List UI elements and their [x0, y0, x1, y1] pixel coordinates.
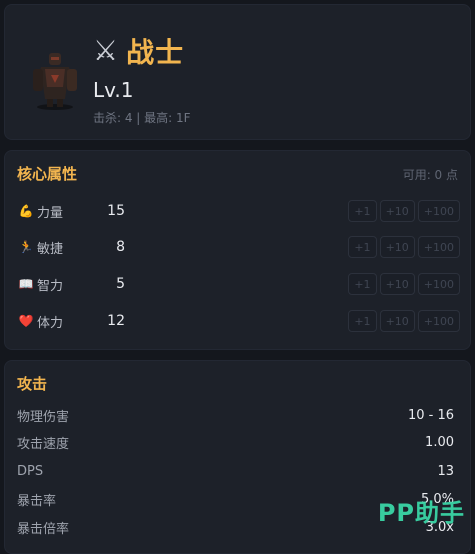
attack-value: 10 - 16 [407, 407, 454, 423]
stat-row-agility: 🏃 敏捷 8 +1 +10 +100 [17, 234, 460, 260]
heart-icon: ❤️ [18, 314, 34, 328]
add-10-button[interactable]: +10 [379, 310, 415, 332]
attack-value: 1.00 [425, 434, 454, 450]
available-points: 可用: 0 点 [402, 168, 458, 182]
warrior-portrait [33, 53, 77, 110]
stat-buttons: +1 +10 +100 [348, 310, 460, 332]
hero-title-row: ⚔ 战士 [93, 31, 184, 71]
attack-row-dps: DPS 13 [17, 460, 454, 482]
stat-buttons: +1 +10 +100 [348, 273, 460, 295]
attack-label: 攻击速度 [17, 436, 70, 452]
stat-value: 8 [116, 239, 125, 255]
add-100-button[interactable]: +100 [417, 273, 460, 295]
hero-name: 战士 [126, 36, 185, 69]
stat-row-intelligence: 📖 智力 5 +1 +10 +100 [17, 271, 460, 297]
stat-label: 智力 [37, 278, 64, 294]
add-10-button[interactable]: +10 [379, 236, 415, 258]
add-1-button[interactable]: +1 [348, 236, 377, 258]
running-icon: 🏃 [18, 240, 34, 254]
hero-card: ⚔ 战士 Lv.1 击杀: 4 | 最高: 1F [4, 4, 471, 140]
attack-label: DPS [17, 463, 44, 479]
attack-label: 物理伤害 [17, 409, 70, 425]
add-1-button[interactable]: +1 [348, 310, 377, 332]
attack-value: 13 [437, 463, 454, 479]
stat-label: 力量 [37, 205, 64, 221]
add-100-button[interactable]: +100 [417, 200, 460, 222]
add-100-button[interactable]: +100 [417, 236, 460, 258]
core-attributes-card: 核心属性 可用: 0 点 💪 力量 15 +1 +10 +100 🏃 敏捷 8 … [4, 150, 471, 350]
attack-row-physical-damage: 物理伤害 10 - 16 [17, 404, 454, 426]
attack-label: 暴击倍率 [17, 521, 70, 537]
stat-label: 体力 [37, 315, 64, 331]
attack-label: 暴击率 [17, 493, 57, 509]
book-icon: 📖 [18, 277, 34, 291]
crossed-swords-icon: ⚔ [93, 34, 119, 67]
hero-level: Lv.1 [93, 78, 134, 102]
stat-value: 12 [107, 313, 125, 329]
hero-kills-floor: 击杀: 4 | 最高: 1F [93, 111, 191, 125]
flexed-arm-icon: 💪 [18, 204, 34, 218]
stat-row-strength: 💪 力量 15 +1 +10 +100 [17, 198, 460, 224]
add-10-button[interactable]: +10 [379, 273, 415, 295]
stat-value: 15 [107, 203, 125, 219]
stat-buttons: +1 +10 +100 [348, 236, 460, 258]
section-title-attributes: 核心属性 [17, 165, 78, 183]
stat-row-stamina: ❤️ 体力 12 +1 +10 +100 [17, 308, 460, 334]
add-10-button[interactable]: +10 [379, 200, 415, 222]
stat-buttons: +1 +10 +100 [348, 200, 460, 222]
add-1-button[interactable]: +1 [348, 200, 377, 222]
stat-label: 敏捷 [37, 241, 64, 257]
attack-row-attack-speed: 攻击速度 1.00 [17, 431, 454, 453]
section-title-attack: 攻击 [17, 375, 48, 393]
add-100-button[interactable]: +100 [417, 310, 460, 332]
add-1-button[interactable]: +1 [348, 273, 377, 295]
stat-value: 5 [116, 276, 125, 292]
pp-assistant-watermark: PP助手 [377, 499, 465, 527]
